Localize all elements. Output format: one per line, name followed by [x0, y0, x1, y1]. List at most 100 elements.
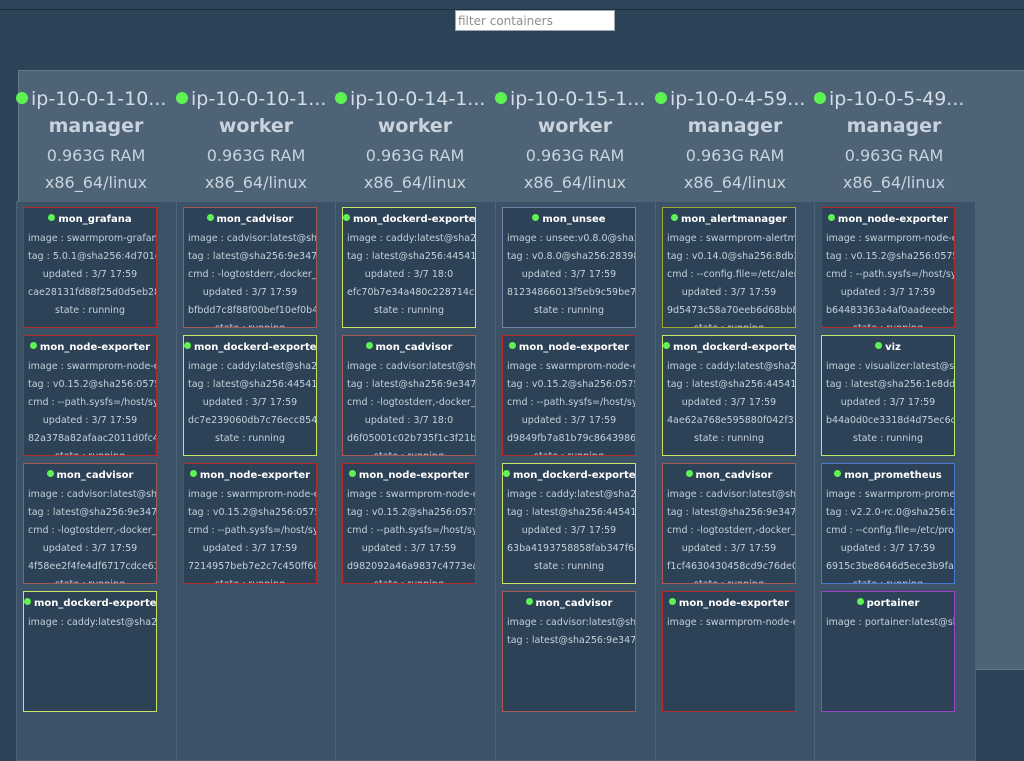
task-service-name: mon_cadvisor	[503, 598, 635, 609]
task-service-label: mon_node-exporter	[199, 470, 311, 481]
task-detail-line: d9849fb7a81b79c8643986b65	[507, 433, 636, 444]
container-task-card[interactable]: mon_alertmanager image : swarmprom-alertm…	[662, 207, 796, 328]
task-detail-line: updated : 3/7 17:59	[840, 287, 936, 298]
task-detail-line: state : running	[503, 451, 635, 455]
task-detail-line: tag : latest@sha256:44541cfa	[188, 379, 317, 390]
task-detail-line: image : swarmprom-alertman	[667, 233, 796, 244]
task-detail-line: cmd : --config.file=/etc/promet	[826, 525, 954, 536]
task-detail-line: image : swarmprom-node-exp	[507, 361, 636, 372]
node-ram: 0.963G RAM	[206, 146, 306, 165]
container-task-card[interactable]: mon_cadvisorimage : cadvisor:latest@sha2…	[23, 463, 157, 584]
task-detail-line: tag : latest@sha256:9e347affc	[188, 251, 317, 262]
task-status-dot-icon	[671, 214, 678, 221]
container-task-card[interactable]: mon_grafanaimage : swarmprom-grafana:5 ta…	[23, 207, 157, 328]
node-role: manager	[687, 115, 783, 137]
container-task-card[interactable]: mon_node-exporterimage : swarmprom-node-…	[662, 591, 796, 712]
container-task-card[interactable]: mon_node-exporterimage : swarmprom-node-…	[502, 335, 636, 456]
task-service-name: mon_node-exporter	[503, 342, 635, 353]
container-task-card[interactable]: mon_cadvisor image : cadvisor:latest@sha2…	[183, 207, 317, 328]
task-detail-line: tag : v0.15.2@sha256:0575845	[507, 379, 635, 390]
task-detail-line: 6915c3be8646d5ece3b9fafba	[826, 561, 955, 572]
task-detail-line: state : running	[694, 433, 764, 444]
node-status-dot-icon	[655, 92, 667, 104]
task-detail-line: tag : latest@sha256:44541cfad	[507, 507, 636, 518]
task-status-dot-icon	[834, 470, 842, 477]
node-name: ip-10-0-5-49...	[814, 85, 984, 113]
container-task-card[interactable]: mon_node-exporter image : swarmprom-node-…	[342, 463, 476, 584]
task-service-label: mon_cadvisor	[375, 342, 453, 353]
node-ram: 0.963G RAM	[685, 146, 785, 165]
container-task-card[interactable]: mon_dockerd-exporter image : caddy:latest…	[183, 335, 317, 456]
task-service-label: mon_node-exporter	[837, 214, 949, 225]
container-task-card[interactable]: mon_node-exporter image : swarmprom-node-…	[23, 335, 157, 456]
task-detail-line: image : swarmprom-node-exp	[667, 617, 796, 628]
task-service-label: mon_cadvisor	[535, 598, 613, 609]
task-detail-line: tag : latest@sha256:9e347affc	[507, 635, 636, 646]
task-service-label: mon_prometheus	[844, 470, 942, 481]
task-detail-line: cmd : -logtostderr,-docker_onl	[347, 397, 476, 408]
task-detail-line: cmd : --path.sysfs=/host/sys,--p	[188, 525, 316, 536]
task-status-dot-icon	[343, 214, 350, 221]
task-service-name: mon_grafana	[24, 214, 156, 225]
task-detail-line: updated : 3/7 17:59	[202, 397, 298, 408]
task-detail-line: state : running	[184, 323, 316, 327]
task-detail-line: cmd : --path.sysfs=/host/sys,--p	[28, 397, 156, 408]
node-platform: x86_64/linux	[683, 173, 787, 192]
task-detail-line: image : swarmprom-node-exp	[28, 361, 157, 372]
task-detail-line: image : caddy:latest@sha256:	[28, 617, 157, 628]
task-detail-line: 82a378a82afaac2011d0fc4790	[28, 433, 156, 444]
container-task-card[interactable]: viz image : visualizer:latest@sha2 tag : l…	[821, 335, 955, 456]
task-detail-line: state : running	[343, 579, 475, 583]
task-service-name: mon_node-exporter	[822, 214, 954, 225]
container-task-card[interactable]: portainer image : portainer:latest@sha2	[821, 591, 955, 712]
task-detail-line: image : caddy:latest@sha256:	[507, 489, 636, 500]
task-detail-line: image : cadvisor:latest@sha2	[28, 489, 157, 500]
task-detail-line: tag : latest@sha256:9e347affc	[667, 507, 796, 518]
task-service-name: mon_node-exporter	[184, 470, 316, 481]
task-detail-line: 9d5473c58a70eeb6d68bb88b	[667, 305, 795, 316]
filter-containers-input[interactable]	[455, 10, 615, 31]
container-task-card[interactable]: mon_node-exporter image : swarmprom-node-…	[183, 463, 317, 584]
node-role: worker	[377, 115, 453, 137]
node-ram: 0.963G RAM	[844, 146, 944, 165]
container-task-card[interactable]: mon_cadvisor image : cadvisor:latest@sha2…	[502, 591, 636, 712]
container-task-card[interactable]: mon_dockerd-exporter image : caddy:latest…	[342, 207, 476, 328]
task-detail-line: image : caddy:latest@sha256:	[667, 361, 796, 372]
task-status-dot-icon	[46, 470, 54, 477]
container-task-card[interactable]: mon_node-exporter image : swarmprom-node-…	[821, 207, 955, 328]
task-detail-line: updated : 3/7 17:59	[840, 397, 936, 408]
container-task-card[interactable]: mon_cadvisor image : cadvisor:latest@sha2…	[662, 463, 796, 584]
container-task-card[interactable]: mon_unseeimage : unsee:v0.8.0@sha256: tag…	[502, 207, 636, 328]
task-service-name: mon_node-exporter	[663, 598, 795, 609]
container-task-card[interactable]: mon_dockerd-exporter image : caddy:latest…	[23, 591, 157, 712]
task-detail-line: cmd : --path.sysfs=/host/sys,--p	[826, 269, 954, 280]
task-detail-line: state : running	[663, 323, 795, 327]
container-task-card[interactable]: mon_dockerd-exporter image : caddy:latest…	[502, 463, 636, 584]
task-detail-line: state : running	[55, 305, 125, 316]
task-detail-line: f1cf4630430458cd9c76de0f1	[667, 561, 796, 572]
task-detail-line: tag : v0.15.2@sha256:0575845	[28, 379, 156, 390]
node-task-list: mon_alertmanager image : swarmprom-alertm…	[655, 201, 817, 761]
task-detail-line: state : running	[24, 451, 156, 455]
container-task-card[interactable]: mon_prometheus image : swarmprom-prometh t…	[821, 463, 955, 584]
task-service-name: mon_dockerd-exporter	[184, 342, 316, 353]
container-task-card[interactable]: mon_dockerd-exporter image : caddy:latest…	[662, 335, 796, 456]
container-task-card[interactable]: mon_cadvisor image : cadvisor:latest@sha2…	[342, 335, 476, 456]
task-detail-line: image : cadvisor:latest@sha2	[667, 489, 796, 500]
task-detail-line: 4ae62a768e595880f042f3196	[667, 415, 795, 426]
task-detail-line: 7214957beb7e2c7c450ff60535	[188, 561, 316, 572]
task-detail-line: updated : 3/7 17:59	[681, 287, 777, 298]
task-detail-line: tag : latest@sha256:1e8dd2a3	[826, 379, 955, 390]
task-status-dot-icon	[663, 342, 670, 349]
task-detail-line: state : running	[374, 305, 444, 316]
task-service-label: mon_cadvisor	[216, 214, 294, 225]
node-task-list: mon_grafanaimage : swarmprom-grafana:5 ta…	[16, 201, 178, 761]
task-status-dot-icon	[348, 470, 356, 477]
node-platform: x86_64/linux	[204, 173, 308, 192]
task-status-dot-icon	[875, 342, 883, 349]
node-status-dot-icon	[16, 92, 28, 104]
task-detail-line: updated : 3/7 17:59	[521, 525, 617, 536]
task-detail-line: state : running	[534, 561, 604, 572]
task-detail-line: cmd : -logtostderr,-docker_onl	[667, 525, 796, 536]
task-service-name: mon_cadvisor	[24, 470, 156, 481]
